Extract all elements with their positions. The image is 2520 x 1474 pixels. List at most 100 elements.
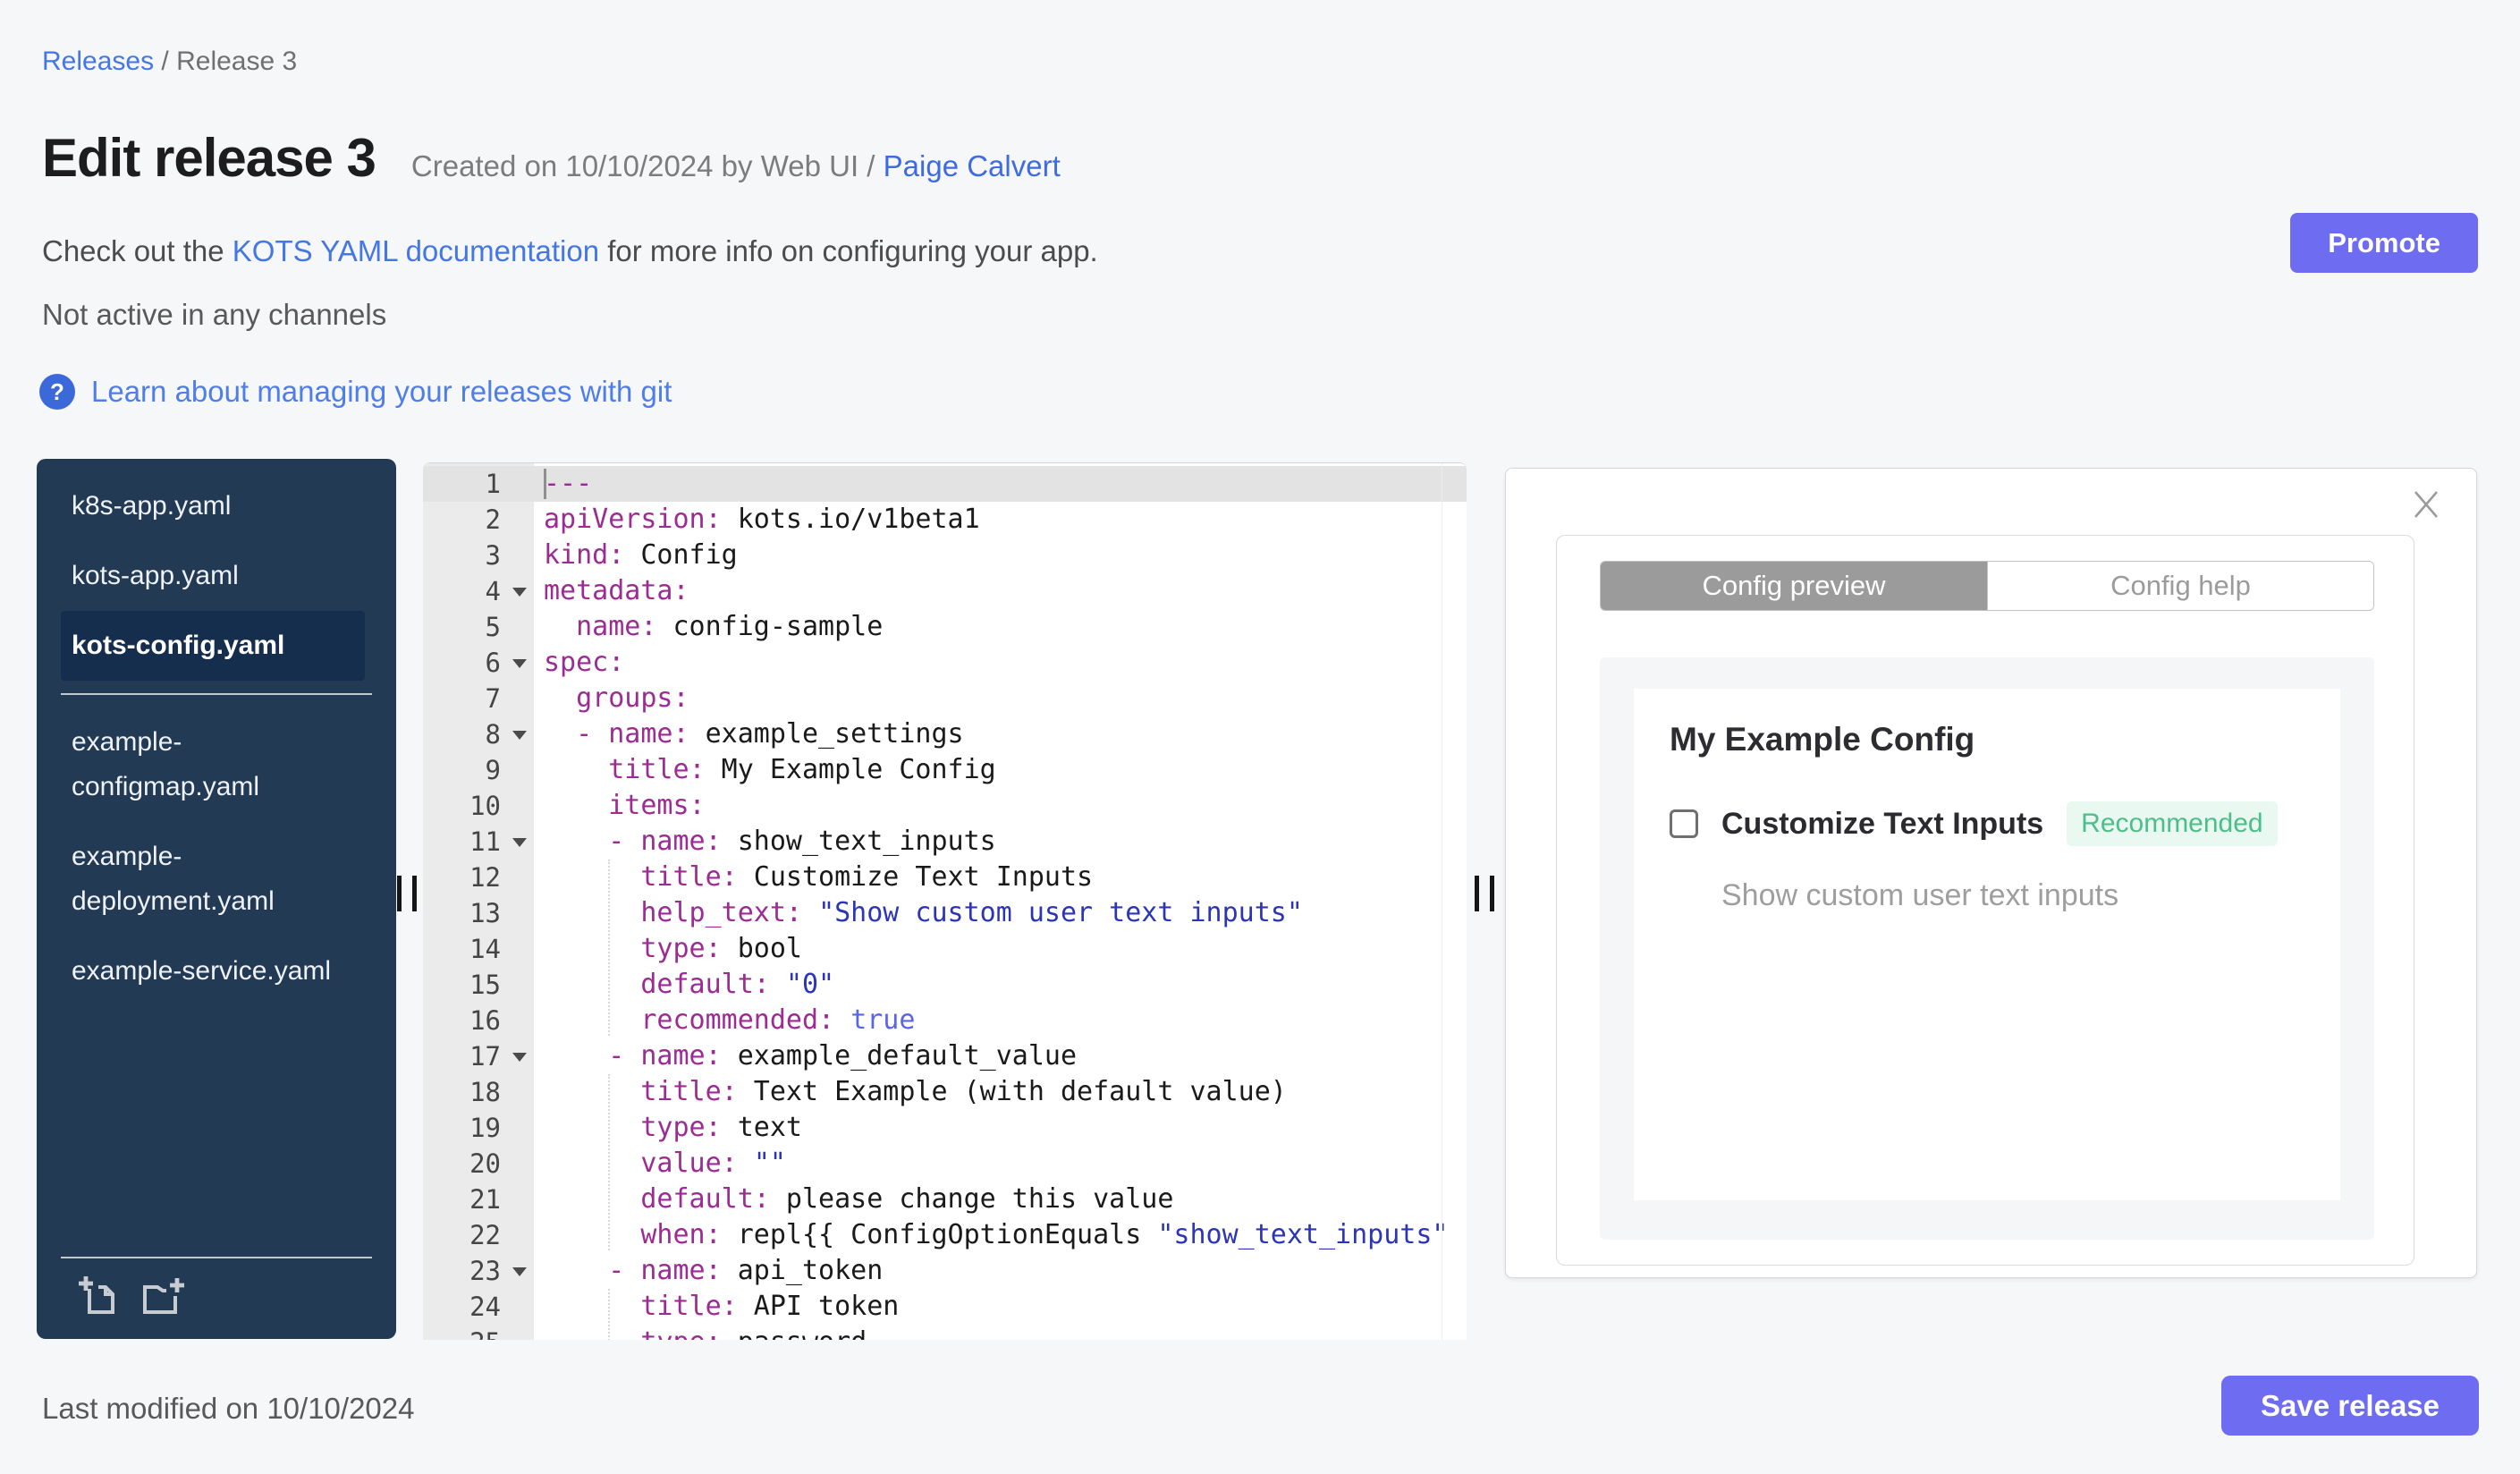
code-line: 21 default: please change this value	[423, 1182, 1467, 1217]
line-number: 1	[485, 469, 501, 499]
line-number: 17	[423, 1038, 534, 1074]
line-number: 6	[423, 645, 534, 681]
code-line: 17 - name: example_default_value	[423, 1038, 1467, 1074]
fold-arrow-icon[interactable]	[512, 588, 527, 597]
save-release-button[interactable]: Save release	[2220, 1376, 2479, 1436]
code-line: 14 type: bool	[423, 931, 1467, 967]
breadcrumb-separator: /	[154, 47, 177, 76]
line-number: 8	[423, 716, 534, 752]
preview-resize-handle[interactable]	[1475, 876, 1496, 911]
code-line: 4 metadata:	[423, 573, 1467, 609]
line-number: 18	[469, 1077, 501, 1107]
code-line: 9 title: My Example Config	[423, 752, 1467, 788]
code-line: 11 - name: show_text_inputs	[423, 824, 1467, 860]
git-help-row: ? Learn about managing your releases wit…	[39, 374, 672, 410]
line-number: 20	[469, 1148, 501, 1179]
indent-guide	[608, 1074, 610, 1250]
code-line: 16 recommended: true	[423, 1003, 1467, 1038]
last-modified-text: Last modified on 10/10/2024	[42, 1392, 415, 1425]
code-line: 2 apiVersion: kots.io/v1beta1	[423, 502, 1467, 538]
config-preview-modal: Config preview Config help My Example Co…	[1556, 535, 2414, 1266]
code-line: 6 spec:	[423, 645, 1467, 681]
line-number: 19	[469, 1113, 501, 1143]
config-option-row: Customize Text Inputs Recommended	[1670, 801, 2278, 846]
line-number: 23	[423, 1253, 534, 1289]
tab-config-preview[interactable]: Config preview	[1601, 562, 1987, 610]
line-number: 15	[469, 970, 501, 1000]
doc-info-prefix: Check out the	[42, 234, 233, 267]
channel-status: Not active in any channels	[42, 298, 387, 331]
file-item-kots-app.yaml[interactable]: kots-app.yaml	[61, 541, 365, 611]
help-icon: ?	[39, 374, 75, 410]
line-number: 4	[423, 573, 534, 609]
fold-arrow-icon[interactable]	[512, 731, 527, 740]
add-file-icon[interactable]	[77, 1273, 120, 1316]
code-line: 23 - name: api_token	[423, 1253, 1467, 1289]
close-icon[interactable]	[2408, 487, 2444, 522]
line-number: 25	[423, 1325, 534, 1340]
created-text: Created on 10/10/2024 by Web UI /	[410, 149, 884, 182]
line-number: 5	[485, 612, 501, 642]
file-item-example-service.yaml[interactable]: example-service.yaml	[61, 936, 365, 1006]
code-line: 3 kind: Config	[423, 538, 1467, 573]
code-line: 13 help_text: "Show custom user text inp…	[423, 895, 1467, 931]
line-number: 2	[485, 504, 501, 535]
line-number: 13	[469, 898, 501, 928]
title-row: Edit release 3 Created on 10/10/2024 by …	[42, 127, 1061, 189]
editor-lines: 1 --- 2 apiVersion: kots.io/v1beta1 3 kind: C…	[423, 466, 1467, 1340]
line-number: 22	[469, 1220, 501, 1250]
code-line: 8 - name: example_settings	[423, 716, 1467, 752]
doc-info-line: Check out the KOTS YAML documentation fo…	[42, 234, 1098, 268]
line-number: 14	[469, 934, 501, 964]
code-line: 7 groups:	[423, 681, 1467, 716]
line-number: 16	[469, 1005, 501, 1036]
fold-arrow-icon[interactable]	[512, 1267, 527, 1276]
line-number: 9	[485, 755, 501, 785]
author-link[interactable]: Paige Calvert	[884, 149, 1061, 182]
promote-button[interactable]: Promote	[2290, 213, 2478, 273]
add-folder-icon[interactable]	[140, 1273, 186, 1316]
file-item-example-configmap.yaml[interactable]: example-configmap.yaml	[61, 707, 365, 822]
line-number: 21	[469, 1184, 501, 1215]
config-group-card: My Example Config Customize Text Inputs …	[1634, 689, 2340, 1200]
code-line: 22 when: repl{{ ConfigOptionEquals "show…	[423, 1217, 1467, 1253]
config-group-title: My Example Config	[1670, 721, 1975, 758]
config-tabbar: Config preview Config help	[1600, 561, 2374, 611]
file-item-kots-config.yaml[interactable]: kots-config.yaml	[61, 611, 365, 681]
code-line: 12 title: Customize Text Inputs	[423, 860, 1467, 895]
breadcrumb-releases-link[interactable]: Releases	[42, 47, 154, 76]
code-line: 19 type: text	[423, 1110, 1467, 1146]
sidebar-footer-divider	[61, 1257, 372, 1258]
yaml-editor[interactable]: 1 --- 2 apiVersion: kots.io/v1beta1 3 kind: C…	[423, 462, 1467, 1340]
config-render-area: My Example Config Customize Text Inputs …	[1600, 657, 2374, 1240]
config-option-label: Customize Text Inputs	[1721, 806, 2044, 841]
created-info: Created on 10/10/2024 by Web UI / Paige …	[411, 149, 1061, 183]
line-number: 24	[469, 1292, 501, 1322]
fold-arrow-icon[interactable]	[512, 659, 527, 668]
file-item-k8s-app.yaml[interactable]: k8s-app.yaml	[61, 471, 365, 541]
line-number: 7	[485, 683, 501, 714]
tab-config-help[interactable]: Config help	[1987, 562, 2373, 610]
file-item-example-deployment.yaml[interactable]: example-deployment.yaml	[61, 822, 365, 936]
code-line: 18 title: Text Example (with default val…	[423, 1074, 1467, 1110]
git-help-link[interactable]: Learn about managing your releases with …	[91, 375, 672, 409]
recommended-badge: Recommended	[2067, 801, 2278, 846]
kots-yaml-doc-link[interactable]: KOTS YAML documentation	[233, 234, 599, 267]
text-cursor	[544, 469, 546, 499]
line-number: 10	[469, 791, 501, 821]
code-line: 20 value: ""	[423, 1146, 1467, 1182]
file-sidebar: k8s-app.yaml kots-app.yaml kots-config.yam…	[37, 459, 396, 1339]
page-title: Edit release 3	[42, 128, 376, 188]
line-number: 3	[485, 540, 501, 571]
indent-guide	[608, 1289, 610, 1340]
indent-guide	[608, 860, 610, 1036]
code-line: 15 default: "0"	[423, 967, 1467, 1003]
fold-arrow-icon[interactable]	[512, 1053, 527, 1062]
customize-text-inputs-checkbox[interactable]	[1670, 809, 1698, 838]
sidebar-resize-handle[interactable]	[397, 876, 419, 911]
fold-arrow-icon[interactable]	[512, 838, 527, 847]
code-line: 10 items:	[423, 788, 1467, 824]
breadcrumb: Releases / Release 3	[42, 47, 297, 77]
line-number: 11	[423, 824, 534, 860]
config-option-help-text: Show custom user text inputs	[1721, 878, 2119, 912]
